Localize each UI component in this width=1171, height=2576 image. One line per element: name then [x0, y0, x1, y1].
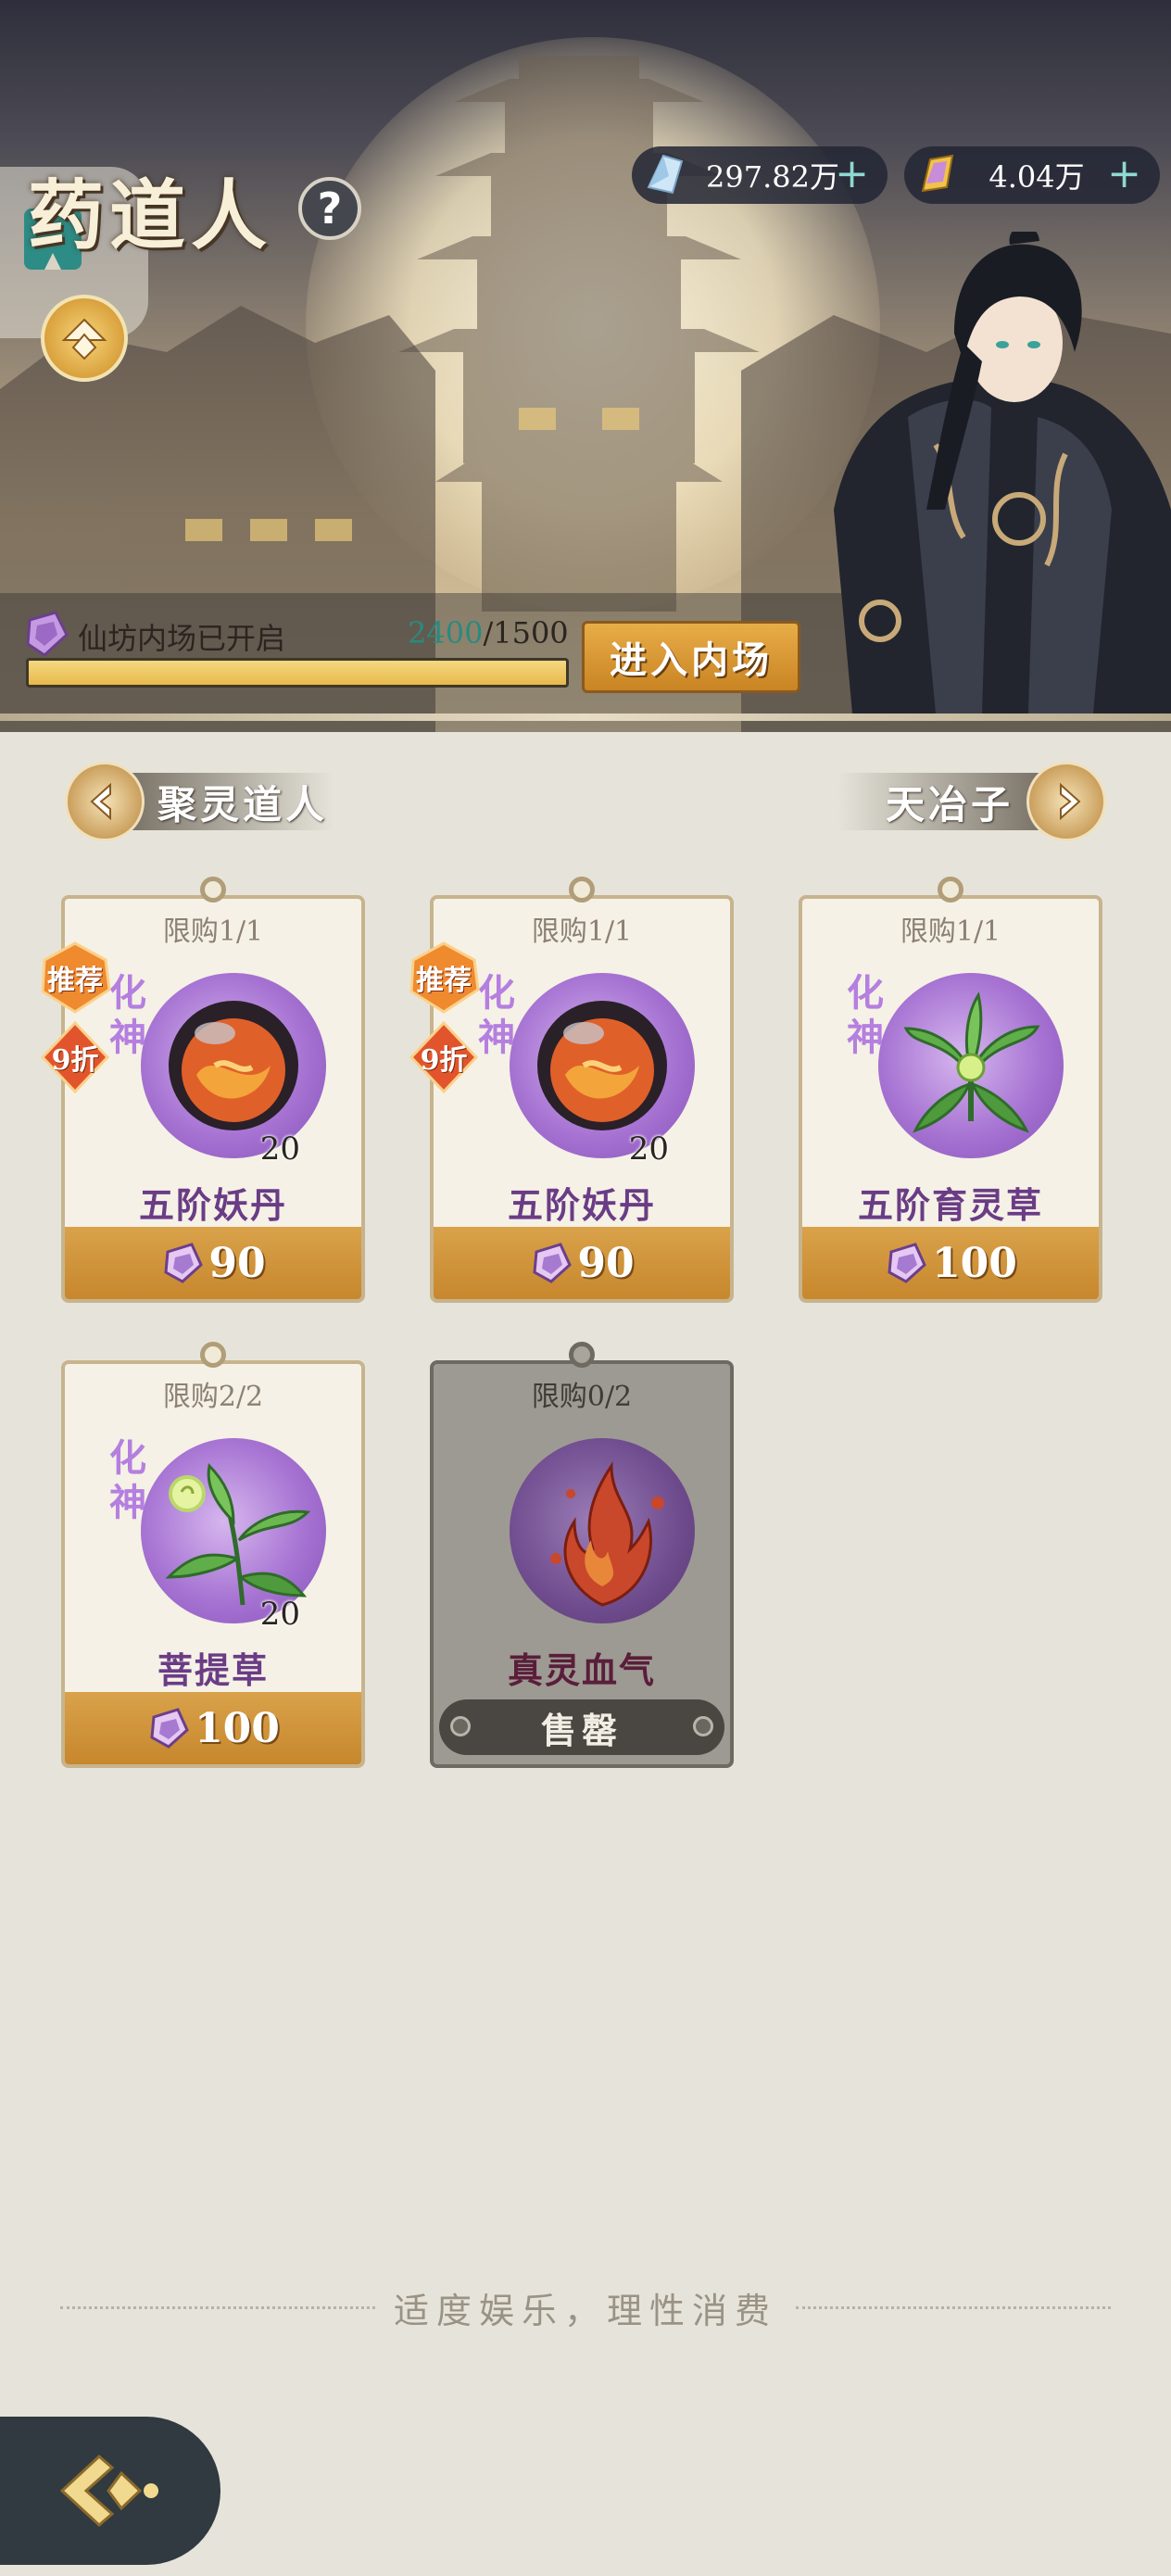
shop-title: 药道人	[28, 170, 273, 260]
sold-out-label-bar: 售罄	[439, 1699, 724, 1755]
back-arrow-icon	[59, 2454, 158, 2528]
venue-progress-bar	[26, 658, 569, 688]
chevron-left-icon[interactable]	[65, 762, 145, 841]
recommend-badge-label: 推荐	[416, 965, 472, 997]
chevron-right-icon[interactable]	[1026, 762, 1106, 841]
add-crystal-button[interactable]: +	[835, 154, 869, 195]
venue-progress-fill	[29, 661, 566, 685]
recommend-badge-label: 推荐	[47, 965, 103, 997]
spirit-crystal-icon	[647, 154, 684, 195]
next-merchant-nav[interactable]: 天冶子	[810, 762, 1106, 841]
item-name: 真灵血气	[507, 1649, 656, 1691]
soldout-right-dot	[693, 1716, 713, 1736]
left-arrow-glyph	[90, 782, 111, 821]
spirit-stone-currency-icon	[888, 1243, 926, 1283]
buy-price-button[interactable]: 100	[802, 1227, 1099, 1299]
currency-gold: 4.04万 +	[904, 146, 1160, 204]
purchase-limit: 限购0/2	[531, 1381, 633, 1413]
item-grade: 化神	[478, 971, 515, 1059]
recommend-badge: 推荐	[408, 941, 480, 1014]
help-button[interactable]: ?	[298, 177, 362, 240]
item-quantity: 20	[259, 1130, 300, 1168]
discount-badge-label: 9折	[51, 1044, 99, 1077]
item-quantity: 20	[628, 1130, 669, 1168]
item-name: 菩提草	[157, 1649, 269, 1691]
item-name: 五阶妖丹	[507, 1184, 656, 1226]
shop-item-card-soldout: 限购0/2 真灵血气 售罄	[430, 1342, 734, 1768]
card-hanger-ring	[569, 877, 595, 903]
buy-price-button[interactable]: 90	[65, 1227, 361, 1299]
item-grade: 化神	[109, 971, 146, 1059]
bodhi-grass-icon	[165, 1462, 311, 1606]
footer-left-divider	[59, 2305, 375, 2309]
buy-price-button[interactable]: 90	[434, 1227, 730, 1299]
enter-inner-venue-button[interactable]: 进入内场	[582, 621, 800, 693]
item-grade: 化神	[109, 1436, 146, 1524]
item-name: 五阶妖丹	[138, 1184, 287, 1226]
item-price: 100	[195, 1704, 280, 1752]
shop-header-scene: 药道人 ? 297.82万 + 4.04万 + 仙坊内场已开启 2400/150…	[0, 0, 1171, 732]
card-body: 限购2/2 化神 20 菩提草 100	[61, 1360, 365, 1768]
discount-badge-label: 9折	[420, 1044, 468, 1077]
house-icon	[61, 318, 107, 360]
footer-notice: 适度娱乐，理性消费	[0, 2279, 1171, 2335]
gold-ingot-icon	[921, 154, 954, 193]
venue-status-text: 仙坊内场已开启	[78, 621, 286, 656]
venue-progress-text: 2400/1500	[408, 615, 569, 650]
header-divider	[0, 713, 1171, 721]
home-circle-button[interactable]	[41, 295, 128, 382]
card-hanger-ring	[569, 1342, 595, 1368]
footer-right-divider	[796, 2305, 1111, 2309]
title-row: 药道人 ?	[28, 158, 362, 260]
prev-merchant-nav[interactable]: 聚灵道人	[65, 762, 361, 841]
shop-item-card[interactable]: 限购1/1 化神 五阶育灵草 100	[799, 877, 1102, 1303]
item-price: 90	[577, 1239, 635, 1287]
recommend-badge: 推荐	[39, 941, 111, 1014]
card-hanger-ring	[200, 1342, 226, 1368]
venue-progress-current: 2400	[408, 615, 484, 650]
purchase-limit: 限购1/1	[900, 915, 1001, 948]
venue-token-icon	[26, 611, 69, 657]
spirit-stone-currency-icon	[164, 1243, 204, 1283]
item-quantity: 20	[259, 1596, 300, 1633]
right-arrow-glyph	[1060, 782, 1081, 821]
venue-progress-total: /1500	[483, 615, 569, 650]
card-hanger-ring	[938, 877, 963, 903]
merchant-character-portrait	[834, 232, 1171, 713]
buy-price-button[interactable]: 100	[65, 1692, 361, 1764]
currency-crystal: 297.82万 +	[632, 146, 888, 204]
next-merchant-label: 天冶子	[885, 781, 1014, 827]
sold-out-label: 售罄	[540, 1709, 623, 1751]
blood-flame-icon	[550, 1461, 664, 1607]
shop-item-card[interactable]: 限购2/2 化神 20 菩提草 100	[61, 1342, 365, 1768]
spirit-stone-currency-icon	[150, 1708, 189, 1749]
add-gold-button[interactable]: +	[1107, 154, 1141, 195]
discount-badge: 9折	[39, 1021, 111, 1093]
item-price: 90	[208, 1239, 266, 1287]
soldout-left-dot	[450, 1716, 471, 1736]
card-body: 限购1/1 化神 五阶育灵草 100	[799, 895, 1102, 1303]
spirit-stone-currency-icon	[533, 1243, 573, 1283]
footer-note-text: 适度娱乐，理性消费	[393, 2290, 777, 2331]
prev-merchant-label: 聚灵道人	[157, 781, 329, 827]
item-price: 100	[932, 1239, 1017, 1287]
demon-core-icon	[537, 1001, 667, 1130]
back-button[interactable]	[0, 2417, 220, 2565]
purchase-limit: 限购2/2	[162, 1381, 264, 1413]
card-hanger-ring	[200, 877, 226, 903]
item-name: 五阶育灵草	[857, 1184, 1043, 1226]
item-grade: 化神	[847, 971, 884, 1059]
currency-gold-value: 4.04万	[988, 159, 1085, 195]
card-body: 限购0/2 真灵血气 售罄	[430, 1360, 734, 1768]
demon-core-icon	[169, 1001, 298, 1130]
shop-item-card[interactable]: 限购1/1 化神 20 五阶妖丹 90 推荐 9折	[409, 877, 734, 1303]
discount-badge: 9折	[408, 1021, 480, 1093]
currency-crystal-value: 297.82万	[706, 159, 839, 195]
spirit-herb-icon	[903, 991, 1040, 1133]
shop-item-card[interactable]: 限购1/1 化神 20 五阶妖丹 90 推荐 9折	[40, 877, 365, 1303]
